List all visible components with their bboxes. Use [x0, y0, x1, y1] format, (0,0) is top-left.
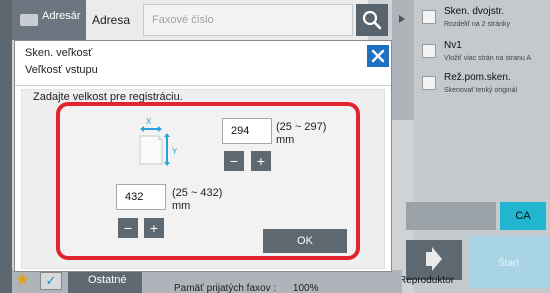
side-item-subtitle: Skenovať tenký originál: [444, 87, 518, 94]
left-strip: [0, 0, 12, 293]
address-label: Adresa: [92, 13, 131, 27]
search-icon: [362, 10, 382, 30]
speaker-button[interactable]: [406, 240, 462, 280]
speaker-label: Reproduktor: [399, 275, 455, 286]
memory-status: Pamäť prijatých faxov : 100%: [174, 283, 318, 293]
ca-button[interactable]: CA: [500, 202, 546, 230]
check-icon[interactable]: ✓: [40, 272, 62, 290]
height-unit: mm: [172, 200, 191, 212]
search-button[interactable]: [356, 4, 388, 36]
height-plus-button[interactable]: +: [144, 218, 164, 238]
address-book-tab[interactable]: Adresár: [12, 0, 86, 40]
address-book-tab-label: Adresár: [42, 10, 81, 22]
width-minus-button[interactable]: −: [224, 151, 244, 171]
side-item-subtitle: Vložiť viac strán na stranu A: [444, 55, 532, 62]
other-button[interactable]: Ostatné: [68, 271, 142, 293]
width-unit: mm: [276, 134, 295, 146]
width-input[interactable]: 294: [222, 118, 272, 144]
memory-status-value: 100%: [292, 283, 319, 293]
preview-button[interactable]: [406, 202, 496, 230]
close-icon: [371, 49, 385, 63]
checkbox[interactable]: [422, 44, 436, 58]
width-range-text: (25 ~ 297): [276, 121, 327, 133]
side-item-title: Sken. dvojstr.: [444, 6, 505, 17]
speaker-icon: [426, 247, 442, 271]
width-range: (25 ~ 297) mm: [276, 121, 326, 147]
height-input[interactable]: 432: [116, 184, 166, 210]
dialog-subtitle: Veľkosť vstupu: [25, 64, 98, 76]
paper-size-icon: X Y: [139, 117, 178, 166]
dialog-divider: [15, 85, 391, 86]
height-range: (25 ~ 432) mm: [172, 187, 222, 213]
fax-number-input[interactable]: Faxové číslo: [143, 4, 353, 36]
y-axis-label: Y: [172, 147, 178, 156]
start-button[interactable]: Štart: [470, 236, 550, 288]
memory-status-label: Pamäť prijatých faxov :: [174, 283, 277, 293]
side-item-nup[interactable]: Nv1 Vložiť viac strán na stranu A: [416, 38, 548, 68]
checkbox[interactable]: [422, 10, 436, 24]
address-book-icon: [20, 14, 38, 26]
side-item-title: Nv1: [444, 40, 462, 51]
side-item-duplex[interactable]: Sken. dvojstr. Rozdeliť na 2 stránky: [416, 4, 548, 34]
dialog-title: Sken. veľkosť: [25, 47, 93, 59]
width-plus-button[interactable]: +: [251, 151, 271, 171]
height-minus-button[interactable]: −: [118, 218, 138, 238]
ok-button[interactable]: OK: [263, 229, 347, 253]
checkbox[interactable]: [422, 76, 436, 90]
height-range-text: (25 ~ 432): [172, 187, 223, 199]
side-item-slow-scan[interactable]: Rež.pom.sken. Skenovať tenký originál: [416, 70, 548, 100]
side-item-subtitle: Rozdeliť na 2 stránky: [444, 21, 511, 28]
x-axis-label: X: [146, 117, 152, 126]
expand-arrow-button[interactable]: [392, 0, 414, 120]
close-button[interactable]: [367, 45, 389, 67]
star-icon[interactable]: ★: [15, 271, 33, 289]
side-item-title: Rež.pom.sken.: [444, 72, 511, 83]
